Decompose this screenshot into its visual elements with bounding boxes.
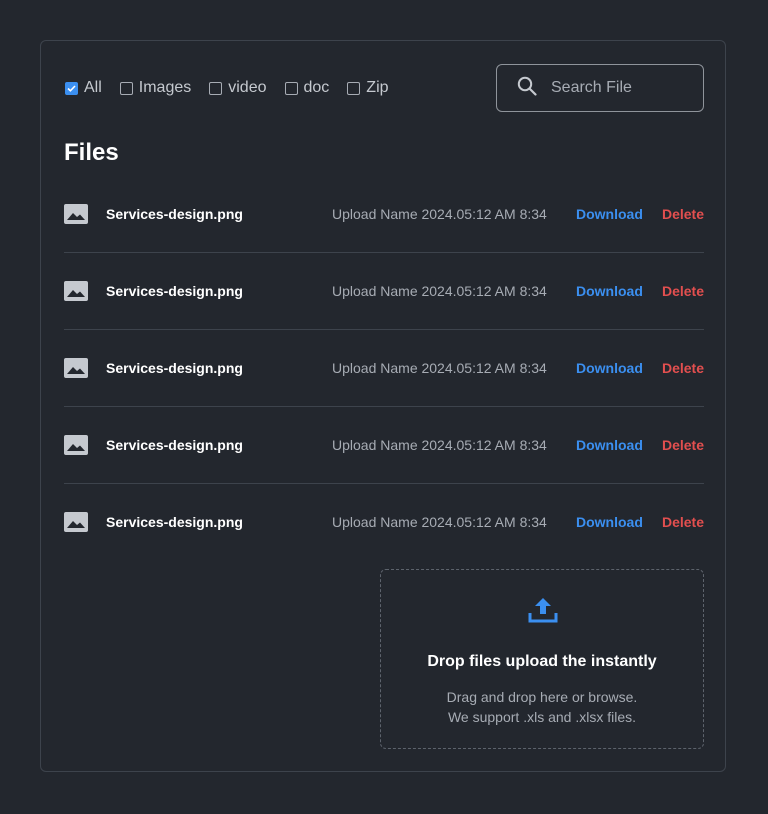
checkbox-images[interactable] bbox=[119, 81, 133, 95]
file-name: Services-design.png bbox=[106, 283, 243, 299]
file-upload-info: Upload Name 2024.05:12 AM 8:34 bbox=[332, 206, 547, 222]
delete-button[interactable]: Delete bbox=[662, 514, 704, 530]
filter-all[interactable]: All bbox=[65, 79, 102, 97]
dropzone-title: Drop files upload the instantly bbox=[427, 653, 657, 670]
filter-video[interactable]: video bbox=[209, 79, 267, 97]
dropzone-hint: Drag and drop here or browse. bbox=[446, 689, 638, 705]
filter-label-zip: Zip bbox=[366, 79, 389, 96]
download-button[interactable]: Download bbox=[576, 514, 643, 530]
checkbox-video[interactable] bbox=[209, 81, 223, 95]
filter-label-all: All bbox=[84, 79, 102, 96]
checkbox-doc[interactable] bbox=[284, 81, 298, 95]
search-box[interactable] bbox=[496, 64, 704, 112]
delete-button[interactable]: Delete bbox=[662, 283, 704, 299]
download-button[interactable]: Download bbox=[576, 360, 643, 376]
image-file-icon bbox=[64, 358, 88, 378]
file-name: Services-design.png bbox=[106, 206, 243, 222]
file-upload-info: Upload Name 2024.05:12 AM 8:34 bbox=[332, 283, 547, 299]
file-row: Services-design.png Upload Name 2024.05:… bbox=[64, 253, 704, 330]
filter-zip[interactable]: Zip bbox=[347, 79, 389, 97]
checkbox-all[interactable] bbox=[65, 81, 78, 95]
image-file-icon bbox=[64, 281, 88, 301]
checkbox-zip[interactable] bbox=[347, 81, 361, 95]
file-upload-info: Upload Name 2024.05:12 AM 8:34 bbox=[332, 360, 547, 376]
download-button[interactable]: Download bbox=[576, 437, 643, 453]
upload-icon bbox=[527, 594, 559, 626]
search-icon bbox=[517, 76, 537, 101]
filter-bar: All Images video doc Zip bbox=[65, 78, 407, 98]
file-row: Services-design.png Upload Name 2024.05:… bbox=[64, 330, 704, 407]
file-upload-info: Upload Name 2024.05:12 AM 8:34 bbox=[332, 437, 547, 453]
filter-label-images: Images bbox=[138, 79, 192, 96]
upload-dropzone[interactable]: Drop files upload the instantly Drag and… bbox=[380, 569, 704, 749]
delete-button[interactable]: Delete bbox=[662, 206, 704, 222]
delete-button[interactable]: Delete bbox=[662, 360, 704, 376]
file-row: Services-design.png Upload Name 2024.05:… bbox=[64, 176, 704, 253]
files-heading: Files bbox=[64, 139, 119, 166]
file-name: Services-design.png bbox=[106, 437, 243, 453]
file-name: Services-design.png bbox=[106, 360, 243, 376]
file-upload-info: Upload Name 2024.05:12 AM 8:34 bbox=[332, 514, 547, 530]
download-button[interactable]: Download bbox=[576, 283, 643, 299]
download-button[interactable]: Download bbox=[576, 206, 643, 222]
file-row: Services-design.png Upload Name 2024.05:… bbox=[64, 407, 704, 484]
image-file-icon bbox=[64, 204, 88, 224]
image-file-icon bbox=[64, 435, 88, 455]
search-input[interactable] bbox=[551, 79, 691, 97]
filter-images[interactable]: Images bbox=[119, 79, 192, 97]
filter-doc[interactable]: doc bbox=[284, 79, 330, 97]
file-list: Services-design.png Upload Name 2024.05:… bbox=[64, 176, 704, 560]
dropzone-subtitle: Drag and drop here or browse. We support… bbox=[381, 687, 703, 727]
image-file-icon bbox=[64, 512, 88, 532]
file-name: Services-design.png bbox=[106, 514, 243, 530]
dropzone-formats: We support .xls and .xlsx files. bbox=[447, 709, 637, 725]
file-row: Services-design.png Upload Name 2024.05:… bbox=[64, 484, 704, 560]
filter-label-video: video bbox=[228, 79, 267, 96]
filter-label-doc: doc bbox=[303, 79, 330, 96]
delete-button[interactable]: Delete bbox=[662, 437, 704, 453]
